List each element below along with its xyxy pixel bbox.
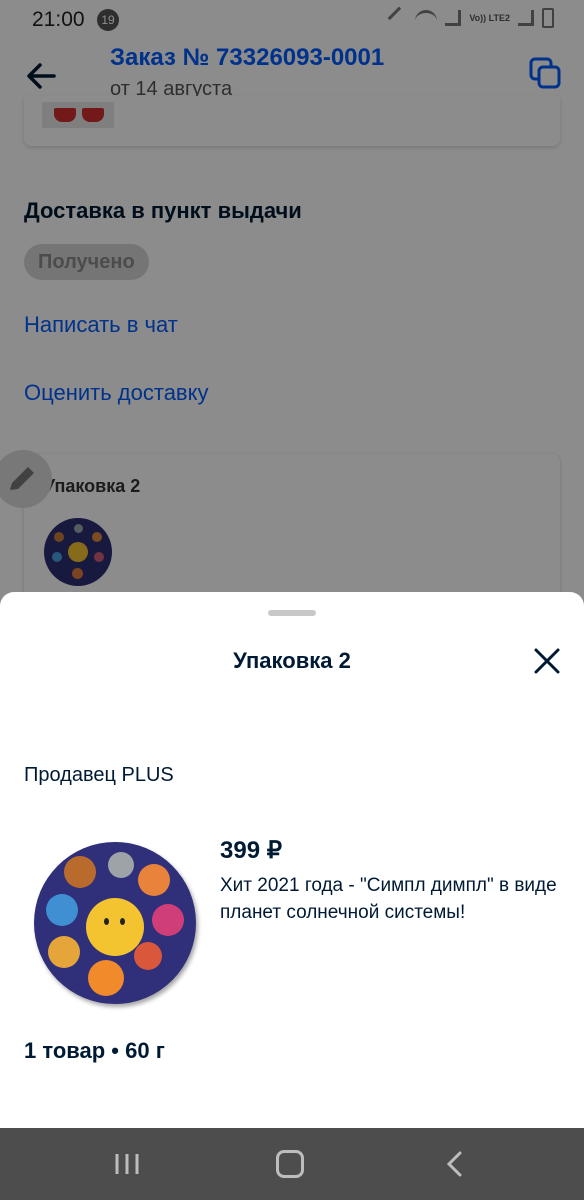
system-nav-bar xyxy=(0,1128,584,1200)
seller-name: Продавец PLUS xyxy=(24,764,174,786)
sheet-title: Упаковка 2 xyxy=(233,648,351,673)
close-icon[interactable] xyxy=(532,646,562,676)
package-bottom-sheet: Упаковка 2 Продавец PLUS 399 ₽ Хит 2021 … xyxy=(0,592,584,1128)
sheet-drag-handle[interactable] xyxy=(268,610,316,616)
recents-icon[interactable] xyxy=(114,1152,140,1176)
sun-planet xyxy=(86,898,144,956)
product-description[interactable]: Хит 2021 года - "Симпл димпл" в виде пла… xyxy=(220,872,582,926)
home-icon[interactable] xyxy=(276,1150,304,1178)
product-price: 399 ₽ xyxy=(220,837,282,864)
nav-back-icon[interactable] xyxy=(444,1150,464,1178)
package-summary: 1 товар • 60 г xyxy=(24,1038,165,1063)
product-image[interactable] xyxy=(34,842,196,1004)
